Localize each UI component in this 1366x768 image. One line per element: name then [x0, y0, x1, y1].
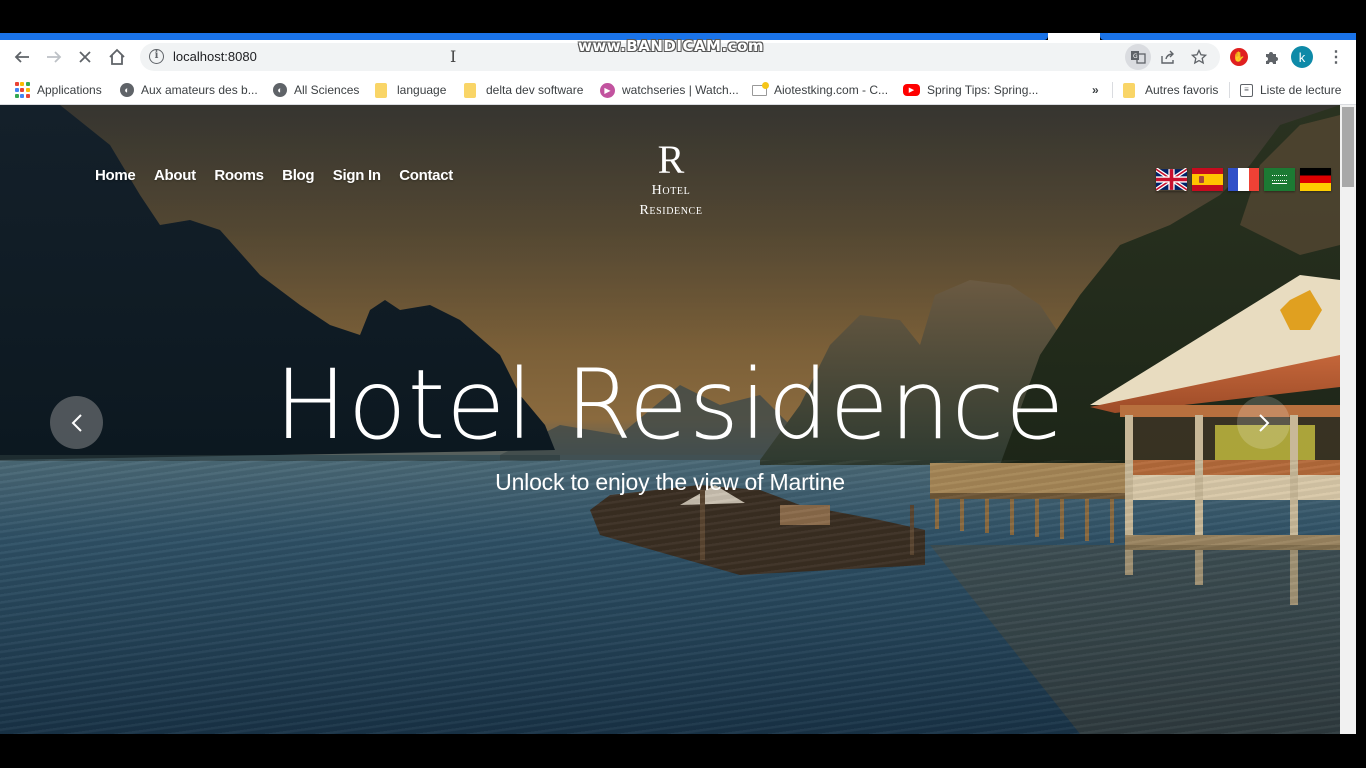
stop-loading-button[interactable]	[73, 45, 97, 69]
hero-title: Hotel Residence	[274, 349, 1066, 461]
bookmark-label: language	[397, 83, 447, 97]
screen: www.BANDICAM.com i localhost:8080 I G ✋ …	[0, 0, 1366, 768]
reading-list-button[interactable]: ≡ Liste de lecture	[1240, 81, 1341, 99]
logo-mark: R	[657, 137, 685, 182]
nav-sign-in[interactable]: Sign In	[333, 167, 381, 184]
home-button[interactable]	[105, 45, 129, 69]
share-icon	[1160, 50, 1174, 64]
back-button[interactable]	[10, 45, 34, 69]
nav-home[interactable]: Home	[95, 167, 136, 184]
france-flag-icon[interactable]	[1228, 168, 1259, 191]
bookmark-label: Liste de lecture	[1260, 83, 1342, 97]
water-texture	[0, 460, 1340, 734]
extensions-puzzle-icon[interactable]	[1262, 48, 1280, 66]
divider	[1112, 82, 1113, 98]
screen-border	[1356, 33, 1366, 734]
chevron-left-icon	[71, 413, 82, 432]
nav-blog[interactable]: Blog	[282, 167, 314, 184]
bookmark-label: Applications	[37, 83, 102, 97]
recording-watermark: www.BANDICAM.com	[578, 37, 765, 55]
chevron-right-icon	[1258, 413, 1269, 432]
carousel-prev-button[interactable]	[50, 396, 103, 449]
text-cursor-icon: I	[450, 47, 457, 66]
translate-icon: G	[1128, 48, 1148, 66]
bookmark-aiotestking[interactable]: Aiotestking.com - C...	[752, 81, 888, 99]
adblock-extension-icon[interactable]: ✋	[1230, 48, 1248, 66]
bookmark-all-sciences[interactable]: ◐ All Sciences	[273, 81, 359, 99]
close-icon	[79, 51, 91, 63]
uk-flag-icon[interactable]	[1156, 168, 1187, 191]
site-info-icon[interactable]: i	[149, 49, 164, 64]
bookmark-star-button[interactable]	[1189, 48, 1209, 66]
star-icon	[1191, 49, 1207, 65]
svg-text:G: G	[1133, 53, 1138, 60]
divider	[1229, 82, 1230, 98]
germany-flag-icon[interactable]	[1300, 168, 1331, 191]
page-viewport: Home About Rooms Blog Sign In Contact R …	[0, 105, 1340, 734]
saudi-flag-icon[interactable]	[1264, 168, 1295, 191]
bookmark-label: Aiotestking.com - C...	[774, 83, 889, 97]
reading-list-icon: ≡	[1240, 83, 1253, 97]
address-url[interactable]: localhost:8080	[173, 49, 257, 64]
profile-avatar[interactable]: k	[1291, 46, 1313, 68]
carousel-next-button[interactable]	[1237, 396, 1290, 449]
active-tab[interactable]	[1048, 33, 1100, 40]
bookmark-spring-tips[interactable]: ▶ Spring Tips: Spring...	[903, 81, 1038, 99]
bookmark-language[interactable]: language	[375, 81, 446, 99]
youtube-icon: ▶	[903, 84, 920, 96]
globe-icon: ◐	[120, 83, 134, 97]
arrow-right-icon	[47, 51, 62, 63]
bookmark-label: Aux amateurs des b...	[141, 83, 258, 97]
language-selector	[1156, 168, 1331, 191]
page-scrollbar[interactable]	[1340, 105, 1356, 734]
bookmark-delta-dev[interactable]: delta dev software	[464, 81, 583, 99]
bookmarks-bar: Applications ◐ Aux amateurs des b... ◐ A…	[0, 74, 1356, 105]
bookmark-watchseries[interactable]: ▶ watchseries | Watch...	[600, 81, 739, 99]
nav-rooms[interactable]: Rooms	[214, 167, 264, 184]
share-button[interactable]	[1157, 48, 1177, 66]
arrow-left-icon	[14, 51, 29, 63]
nav-about[interactable]: About	[154, 167, 196, 184]
site-logo[interactable]: R Hotel Residence	[620, 139, 722, 221]
bookmark-applications[interactable]: Applications	[14, 81, 102, 99]
menu-kebab-icon[interactable]: ⋮	[1328, 47, 1344, 67]
mail-icon	[752, 81, 769, 96]
tab-strip	[0, 0, 1366, 40]
tab-strip-accent-right	[1100, 33, 1356, 40]
bookmark-label: Spring Tips: Spring...	[927, 83, 1039, 97]
globe-icon: ◐	[273, 83, 287, 97]
bookmark-aux-amateurs[interactable]: ◐ Aux amateurs des b...	[120, 81, 258, 99]
screen-border-bottom	[0, 734, 1366, 768]
home-icon	[109, 48, 125, 65]
folder-icon	[1123, 82, 1135, 98]
forward-button[interactable]	[42, 45, 66, 69]
logo-line-1: Hotel	[651, 183, 691, 198]
bookmark-label: delta dev software	[486, 83, 584, 97]
logo-line-2: Residence	[639, 203, 703, 218]
bookmark-label: watchseries | Watch...	[622, 83, 739, 97]
scrollbar-thumb[interactable]	[1342, 107, 1354, 187]
tab-strip-accent	[0, 33, 1048, 40]
hero-subtitle: Unlock to enjoy the view of Martine	[495, 469, 845, 495]
folder-icon	[464, 82, 476, 98]
folder-icon	[375, 82, 387, 98]
nav-contact[interactable]: Contact	[399, 167, 453, 184]
spain-flag-icon[interactable]	[1192, 168, 1223, 191]
bookmark-label: All Sciences	[294, 83, 360, 97]
site-nav: Home About Rooms Blog Sign In Contact	[95, 167, 471, 184]
apps-grid-icon	[14, 82, 30, 98]
bookmark-other-favorites[interactable]: Autres favoris	[1123, 81, 1218, 99]
bookmark-label: Autres favoris	[1145, 83, 1219, 97]
play-icon: ▶	[600, 82, 615, 98]
bookmarks-overflow-button[interactable]: »	[1092, 81, 1099, 99]
